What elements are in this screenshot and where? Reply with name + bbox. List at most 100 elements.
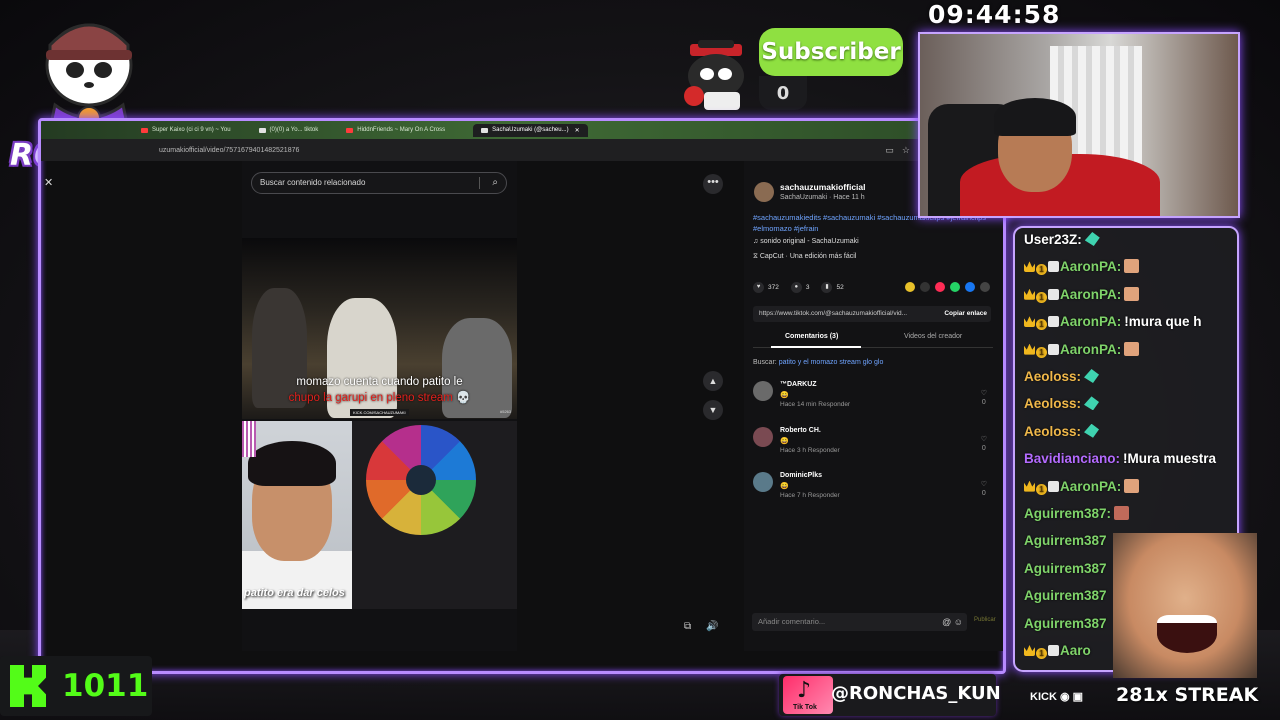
author-name[interactable]: sachauzumakiofficial xyxy=(780,182,866,192)
chat-username[interactable]: Aaro xyxy=(1060,643,1091,658)
chat-username[interactable]: AaronPA: xyxy=(1060,259,1121,274)
chat-username[interactable]: Aguirrem387 xyxy=(1024,533,1107,548)
comment-author[interactable]: DominicPlks xyxy=(780,472,822,479)
tab-comments[interactable]: Comentarios (3) xyxy=(770,333,862,348)
related-search-suggestion[interactable]: Buscar: patito y el momazo stream glo gl… xyxy=(753,359,883,366)
kick-logo-icon xyxy=(10,665,46,707)
send-icon[interactable] xyxy=(935,282,945,292)
facecam-clip xyxy=(242,421,352,609)
chat-username[interactable]: AaronPA: xyxy=(1060,479,1121,494)
capcut-link[interactable]: ⧖ CapCut · Una edición más fácil xyxy=(753,253,856,261)
chat-message: Aeoloss: xyxy=(1024,396,1100,411)
stream-clock: 09:44:58 xyxy=(928,0,1061,29)
save-button[interactable]: ▮ 52 xyxy=(821,282,844,293)
chat-message: Bavidianciano: !Mura muestra xyxy=(1024,451,1216,466)
buscar-prefix: Buscar: xyxy=(753,359,777,366)
address-bar[interactable]: uzumakiofficial/video/757167940148252187… xyxy=(41,139,1003,161)
comment-meta[interactable]: Hace 7 h Responder xyxy=(780,492,840,499)
volume-icon[interactable]: 🔊 xyxy=(706,621,718,632)
tab-creator-videos[interactable]: Videos del creador xyxy=(904,333,962,340)
comment-avatar[interactable] xyxy=(753,427,773,447)
webcam-overlay xyxy=(918,32,1240,218)
close-icon[interactable]: ✕ xyxy=(44,176,53,189)
streak-counter: 281x STREAK xyxy=(1116,684,1259,706)
author-avatar[interactable] xyxy=(754,182,774,202)
add-comment-input[interactable]: Añadir comentario... @ ☺ xyxy=(752,613,967,631)
tier-badge-icon: 1 xyxy=(1036,648,1047,659)
comment-like-button[interactable]: ♡ 0 xyxy=(981,480,987,498)
chat-username[interactable]: AaronPA: xyxy=(1060,314,1121,329)
search-icon[interactable]: ⌕ xyxy=(492,173,498,193)
miniplayer-icon[interactable]: ⧉ xyxy=(684,621,691,632)
tiktok-note-glyph: ♪ xyxy=(797,678,812,703)
chat-username[interactable]: Aguirrem387 xyxy=(1024,588,1107,603)
tiktok-handle: @RONCHAS_KUN xyxy=(831,683,1001,704)
comment-text: 😄 xyxy=(780,483,789,490)
prize-wheel xyxy=(366,425,476,535)
sub-badge-icon xyxy=(1048,261,1059,273)
cast-icon[interactable]: ▭ xyxy=(885,145,902,155)
post-music[interactable]: ♫ sonido original - SachaUzumaki xyxy=(753,238,859,245)
leaf-emote-icon xyxy=(1084,423,1100,438)
comment-text: 😄 xyxy=(780,438,789,445)
comment-author[interactable]: ™DARKUZ xyxy=(780,381,817,388)
chat-username[interactable]: Aeoloss: xyxy=(1024,396,1081,411)
facebook-icon[interactable] xyxy=(965,282,975,292)
subscriber-label: Subscriber xyxy=(759,28,903,76)
embed-icon[interactable] xyxy=(920,282,930,292)
next-video-button[interactable]: ▼ xyxy=(703,400,723,420)
chat-username[interactable]: AaronPA: xyxy=(1060,342,1121,357)
share-row xyxy=(905,282,990,292)
chat-username[interactable]: Bavidianciano: xyxy=(1024,451,1120,466)
comment-like-button[interactable]: ♡ 0 xyxy=(981,435,987,453)
post-link: https://www.tiktok.com/@sachauzumakioffi… xyxy=(759,310,908,317)
chat-username[interactable]: Aguirrem387 xyxy=(1024,616,1107,631)
star-icon[interactable]: ☆ xyxy=(902,145,918,155)
chat-username[interactable]: Aeoloss: xyxy=(1024,369,1081,384)
post-link-field[interactable]: https://www.tiktok.com/@sachauzumakioffi… xyxy=(753,306,991,322)
crown-badge-icon xyxy=(1024,261,1035,273)
sub-badge-icon xyxy=(1048,480,1059,492)
browser-tab-4[interactable]: SachaUzumaki (@sacheu...) ✕ xyxy=(473,123,588,137)
comment-meta[interactable]: Hace 14 min Responder xyxy=(780,401,850,408)
previous-video-button[interactable]: ▲ xyxy=(703,371,723,391)
comment-meta[interactable]: Hace 3 h Responder xyxy=(780,447,840,454)
chat-message: Aguirrem387 xyxy=(1024,588,1107,603)
subscriber-mascot xyxy=(676,40,754,112)
heart-icon: ♡ xyxy=(980,390,987,397)
chat-username[interactable]: AaronPA: xyxy=(1060,287,1121,302)
clip-hair xyxy=(248,441,336,486)
coin-icon[interactable] xyxy=(905,282,915,292)
whatsapp-icon[interactable] xyxy=(950,282,960,292)
chat-username[interactable]: Aguirrem387: xyxy=(1024,506,1111,521)
share-icon[interactable] xyxy=(980,282,990,292)
tab-close-icon[interactable]: ✕ xyxy=(575,127,580,134)
more-options-button[interactable]: ••• xyxy=(703,174,723,194)
chat-message: Aeoloss: xyxy=(1024,369,1100,384)
comments-button[interactable]: ● 3 xyxy=(790,282,809,293)
like-button[interactable]: ♥ 372 xyxy=(753,282,779,293)
browser-tab-2[interactable]: (0)(0) a Yo... tiktok xyxy=(258,127,318,133)
comment-avatar[interactable] xyxy=(753,381,773,401)
emoji-icon[interactable]: ☺ xyxy=(954,617,963,627)
mention-icon[interactable]: @ xyxy=(942,617,951,627)
browser-tab-3[interactable]: HiddnFriends ~ Mary On A Cross xyxy=(346,127,445,133)
chat-username[interactable]: Aeoloss: xyxy=(1024,424,1081,439)
browser-tab-1[interactable]: Super Kaixo (ci ci 9 vn) ~ You xyxy=(141,127,231,133)
copy-link-button[interactable]: Copiar enlace xyxy=(944,306,987,322)
comment-avatar[interactable] xyxy=(753,472,773,492)
laughing-face-overlay xyxy=(1113,533,1257,678)
comment-placeholder: Añadir comentario... xyxy=(758,617,826,626)
face-emote-icon xyxy=(1124,259,1140,274)
video-bottom-clip[interactable]: patito era dar celos xyxy=(242,421,517,609)
video-top-clip[interactable]: momazo cuenta cuando patito le chupo la … xyxy=(242,238,517,419)
comment-author[interactable]: Roberto CH. xyxy=(780,427,821,434)
chat-text: !Mura muestra xyxy=(1123,451,1217,467)
related-search-input[interactable]: Buscar contenido relacionado ⌕ xyxy=(251,172,507,194)
chat-message: Aeoloss: xyxy=(1024,423,1100,439)
music-label: sonido original - SachaUzumaki xyxy=(760,238,859,245)
chat-username[interactable]: User23Z: xyxy=(1024,232,1082,247)
comment-like-button[interactable]: ♡ 0 xyxy=(981,389,987,407)
chat-username[interactable]: Aguirrem387 xyxy=(1024,561,1107,576)
publish-button[interactable]: Publicar xyxy=(974,617,996,623)
